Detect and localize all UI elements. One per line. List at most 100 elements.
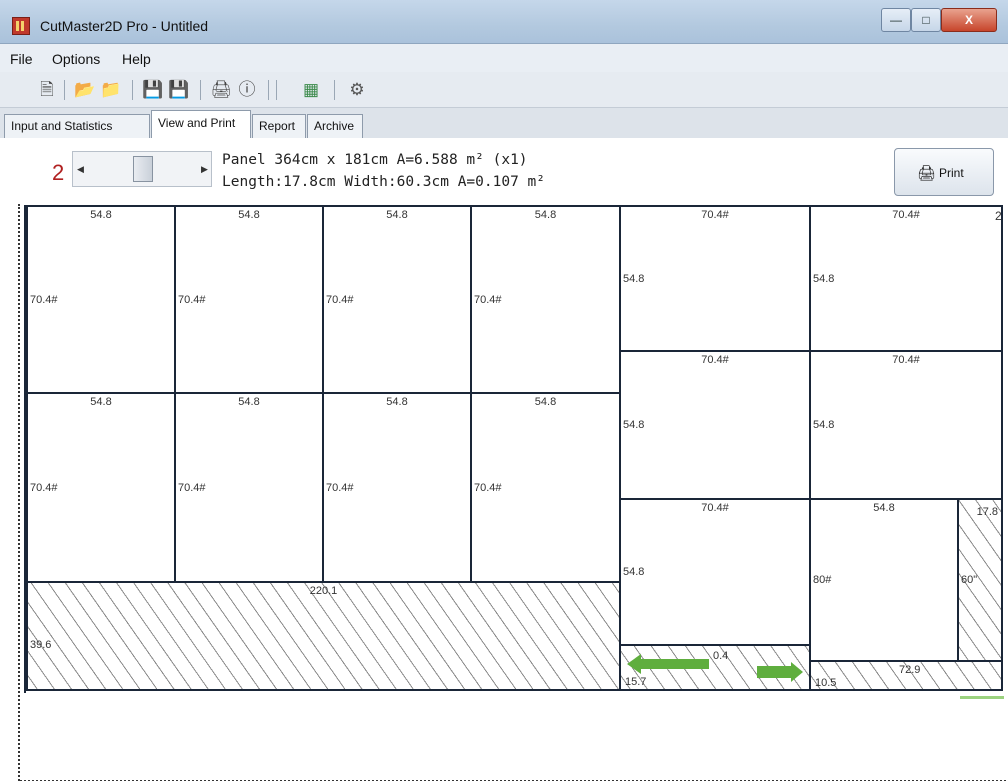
cut-piece[interactable]: 54.8 70.4# xyxy=(174,205,324,394)
piece-height-label: 54.8 xyxy=(623,272,645,285)
piece-height-label: 70.4# xyxy=(178,481,206,494)
toolbar-separator xyxy=(276,80,277,100)
save-icon[interactable]: 💾 xyxy=(142,80,164,100)
panel-info: Panel 364cm x 181cm A=6.588 m² (x1) xyxy=(222,152,528,168)
piece-width-label: 54.8 xyxy=(873,502,895,514)
waste-height-label: 39.6 xyxy=(30,639,52,651)
piece-height-label: 70.4# xyxy=(474,481,502,494)
print-button[interactable]: 🖨 Print xyxy=(894,148,994,196)
piece-height-label: 70.4# xyxy=(474,293,502,306)
cutting-layout-canvas[interactable]: 54.8 70.4# 54.8 70.4# 54.8 70.4# 54.8 70… xyxy=(18,204,1008,781)
view-print-panel: 2 ◀ ▶ Panel 364cm x 181cm A=6.588 m² (x1… xyxy=(0,138,1008,781)
piece-info: Length:17.8cm Width:60.3cm A=0.107 m² xyxy=(222,174,546,190)
cut-piece[interactable]: 54.8 70.4# xyxy=(322,205,472,394)
move-right-arrow-icon[interactable] xyxy=(757,662,803,682)
piece-height-label: 70.4# xyxy=(30,481,58,494)
slider-left-arrow-icon[interactable]: ◀ xyxy=(77,164,84,175)
selected-waste-piece[interactable]: 17.8 60" xyxy=(957,498,1003,662)
cut-piece[interactable]: 70.4# 54.8 xyxy=(619,350,811,500)
toolbar-separator xyxy=(132,80,133,100)
cut-piece[interactable]: 54.8 70.4# xyxy=(26,205,176,394)
piece-width-label: 70.4# xyxy=(892,209,920,221)
toolbar-separator xyxy=(64,80,65,100)
cut-piece[interactable]: 54.8 70.4# xyxy=(470,392,621,583)
edge-label: 2 xyxy=(995,209,1002,223)
window-title: CutMaster2D Pro - Untitled xyxy=(40,18,209,34)
print-button-label: Print xyxy=(939,166,964,180)
piece-height-label: 70.4# xyxy=(326,293,354,306)
piece-width-label: 54.8 xyxy=(90,396,112,408)
waste-width-label: 72.9 xyxy=(899,664,921,676)
cut-piece[interactable]: 54.8 70.4# xyxy=(470,205,621,394)
sheet-slider[interactable]: ◀ ▶ xyxy=(72,151,212,187)
piece-height-label: 54.8 xyxy=(623,566,645,578)
open-folder-icon[interactable]: 📂 xyxy=(74,80,96,100)
piece-height-label: 54.8 xyxy=(813,419,835,431)
waste-width-label: 0.4 xyxy=(713,650,729,662)
cut-piece[interactable]: 70.4# 54.8 xyxy=(619,205,811,352)
new-file-icon[interactable]: 🗎 xyxy=(36,80,58,100)
piece-height-label: 70.4# xyxy=(178,293,206,306)
waste-area[interactable]: 220.1 39.6 xyxy=(26,581,621,691)
menu-help[interactable]: Help xyxy=(122,51,151,67)
tab-view-print[interactable]: View and Print xyxy=(151,110,251,138)
piece-width-label: 54.8 xyxy=(238,396,260,408)
maximize-button[interactable]: □ xyxy=(911,8,941,32)
tab-report[interactable]: Report xyxy=(252,114,306,138)
tab-bar: Input and Statistics View and Print Repo… xyxy=(0,108,1008,138)
piece-height-label: 54.8 xyxy=(623,419,645,431)
cut-piece[interactable]: 54.8 80# xyxy=(809,498,959,662)
save-as-icon[interactable]: 💾 xyxy=(168,80,190,100)
piece-height-label: 70.4# xyxy=(30,293,58,306)
waste-strip[interactable]: 72.9 10.5 xyxy=(809,660,1003,691)
cut-piece[interactable]: 70.4# 54.8 xyxy=(809,205,1003,352)
cut-piece[interactable]: 54.8 70.4# xyxy=(174,392,324,583)
tab-input-statistics[interactable]: Input and Statistics xyxy=(4,114,150,138)
cut-piece[interactable]: 70.4# 54.8 xyxy=(619,498,811,646)
piece-height-label: 70.4# xyxy=(326,481,354,494)
toolbar-separator xyxy=(334,80,335,100)
info-icon[interactable]: ⓘ xyxy=(236,80,258,100)
toolbar-separator xyxy=(200,80,201,100)
slider-thumb[interactable] xyxy=(133,156,153,182)
piece-width-label: 70.4# xyxy=(701,502,729,514)
toolbar: 🗎 📂 📁 💾 💾 🖨 ⓘ ▦ ⚙ xyxy=(0,72,1008,108)
cut-piece[interactable]: 54.8 70.4# xyxy=(322,392,472,583)
open-folder-alt-icon[interactable]: 📁 xyxy=(100,80,122,100)
piece-height-label: 80# xyxy=(813,574,832,586)
piece-width-label: 54.8 xyxy=(90,209,112,221)
waste-strip[interactable]: 0.4 15.7 xyxy=(619,644,811,691)
panel-sheet: 54.8 70.4# 54.8 70.4# 54.8 70.4# 54.8 70… xyxy=(24,205,1008,693)
info-area: 2 ◀ ▶ Panel 364cm x 181cm A=6.588 m² (x1… xyxy=(0,138,1008,204)
printer-icon: 🖨 xyxy=(917,165,937,182)
app-icon xyxy=(12,17,30,35)
piece-width-label: 70.4# xyxy=(701,209,729,221)
layout-icon[interactable]: ▦ xyxy=(300,80,322,100)
piece-width-label: 54.8 xyxy=(534,396,557,408)
waste-height-label: 15.7 xyxy=(625,676,647,688)
title-bar: CutMaster2D Pro - Untitled — □ X xyxy=(0,0,1008,44)
close-button[interactable]: X xyxy=(941,8,997,32)
waste-width-label: 220.1 xyxy=(309,585,338,597)
piece-width-label: 70.4# xyxy=(892,354,920,366)
scroll-indicator xyxy=(960,696,1004,699)
cut-piece[interactable]: 54.8 70.4# xyxy=(26,392,176,583)
piece-width-label: 70.4# xyxy=(701,354,729,366)
print-preview-icon[interactable]: 🖨 xyxy=(210,80,232,100)
piece-height-label: 54.8 xyxy=(813,272,835,285)
piece-width-label: 54.8 xyxy=(534,209,557,221)
piece-width-label: 54.8 xyxy=(386,396,408,408)
minimize-button[interactable]: — xyxy=(881,8,911,32)
sheet-number: 2 xyxy=(52,160,65,185)
move-left-arrow-icon[interactable] xyxy=(627,654,709,674)
menu-file[interactable]: File xyxy=(10,51,33,67)
cut-piece[interactable]: 70.4# 54.8 xyxy=(809,350,1003,500)
tab-archive[interactable]: Archive xyxy=(307,114,363,138)
waste-height-label: 60" xyxy=(961,574,978,586)
toolbar-separator xyxy=(268,80,269,100)
settings-icon[interactable]: ⚙ xyxy=(346,80,368,100)
slider-right-arrow-icon[interactable]: ▶ xyxy=(201,164,208,175)
piece-width-label: 54.8 xyxy=(238,209,260,221)
menu-bar: File Options Help xyxy=(0,44,1008,72)
menu-options[interactable]: Options xyxy=(52,51,100,67)
